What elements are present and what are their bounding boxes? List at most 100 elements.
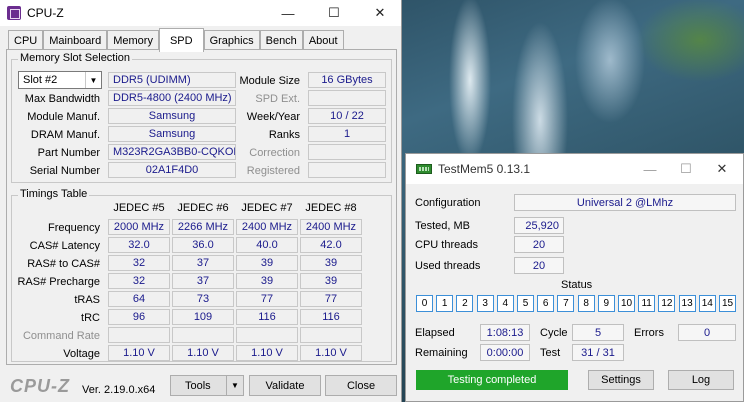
configuration-label: Configuration bbox=[415, 197, 481, 209]
tab-about[interactable]: About bbox=[302, 30, 344, 51]
tab-memory[interactable]: Memory bbox=[107, 30, 159, 51]
timing-row-label: CAS# Latency bbox=[29, 240, 100, 252]
timing-cell bbox=[108, 327, 170, 343]
timing-cell: 36.0 bbox=[172, 237, 234, 253]
status-cell: 8 bbox=[577, 295, 595, 312]
timing-cell: 32 bbox=[108, 255, 170, 271]
tested-mb-value: 25,920 bbox=[514, 217, 564, 234]
max-bandwidth-value: DDR5-4800 (2400 MHz) bbox=[108, 90, 236, 106]
tab-mainboard[interactable]: Mainboard bbox=[43, 30, 108, 51]
timing-cell: 37 bbox=[172, 255, 234, 271]
timing-row-label: Frequency bbox=[48, 222, 100, 234]
status-cell: 11 bbox=[638, 295, 656, 312]
testmem5-window: TestMem5 0.13.1 — ☐ ✕ Configuration Univ… bbox=[405, 153, 744, 402]
validate-button[interactable]: Validate bbox=[249, 375, 321, 396]
timing-row-label: tRC bbox=[81, 312, 100, 324]
memory-slot-group: Memory Slot Selection Slot #2 ▼ DDR5 (UD… bbox=[11, 52, 392, 183]
timing-cell: 1.10 V bbox=[300, 345, 362, 361]
cpuz-window: CPU-Z — ☐ ✕ CPU Mainboard Memory SPD Gra… bbox=[0, 0, 402, 402]
timing-cell bbox=[300, 327, 362, 343]
timing-cell: 39 bbox=[300, 255, 362, 271]
close-button[interactable]: Close bbox=[325, 375, 397, 396]
spd-ext-label: SPD Ext. bbox=[255, 93, 300, 105]
status-cell: 1 bbox=[436, 295, 454, 312]
timing-cell: 1.10 V bbox=[108, 345, 170, 361]
cpuz-version: Ver. 2.19.0.x64 bbox=[82, 384, 156, 396]
log-button[interactable]: Log bbox=[668, 370, 734, 390]
errors-label: Errors bbox=[634, 327, 664, 339]
cpuz-title: CPU-Z bbox=[27, 6, 64, 20]
status-cell: 6 bbox=[537, 295, 555, 312]
tools-button-label: Tools bbox=[185, 379, 211, 392]
timing-cell: 116 bbox=[300, 309, 362, 325]
progress-bar: Testing completed bbox=[416, 370, 568, 390]
timing-cell bbox=[172, 327, 234, 343]
remaining-label: Remaining bbox=[415, 347, 468, 359]
errors-value: 0 bbox=[678, 324, 736, 341]
ranks-value: 1 bbox=[308, 126, 386, 142]
cpuz-app-icon bbox=[7, 6, 21, 20]
close-window-button[interactable]: ✕ bbox=[358, 0, 402, 26]
chevron-down-icon[interactable]: ▼ bbox=[226, 376, 243, 395]
status-cell: 14 bbox=[698, 295, 716, 312]
testmem5-title: TestMem5 0.13.1 bbox=[438, 162, 531, 176]
elapsed-value: 1:08:13 bbox=[480, 324, 530, 341]
col-jedec-6: JEDEC #6 bbox=[177, 202, 229, 214]
tm5-maximize-button[interactable]: ☐ bbox=[668, 154, 704, 184]
testmem5-titlebar[interactable]: TestMem5 0.13.1 — ☐ ✕ bbox=[406, 154, 743, 184]
week-year-value: 10 / 22 bbox=[308, 108, 386, 124]
tm5-close-button[interactable]: ✕ bbox=[704, 154, 740, 184]
status-cell: 9 bbox=[597, 295, 615, 312]
max-bandwidth-label: Max Bandwidth bbox=[24, 93, 100, 105]
tab-spd[interactable]: SPD bbox=[158, 28, 204, 52]
timing-row-label: Voltage bbox=[63, 348, 100, 360]
ranks-label: Ranks bbox=[268, 129, 300, 141]
module-size-value: 16 GBytes bbox=[308, 72, 386, 88]
used-threads-label: Used threads bbox=[415, 260, 481, 272]
col-jedec-5: JEDEC #5 bbox=[113, 202, 165, 214]
tm5-minimize-button[interactable]: — bbox=[632, 154, 668, 184]
registered-label: Registered bbox=[246, 165, 300, 177]
tab-cpu[interactable]: CPU bbox=[8, 30, 44, 51]
timing-row-label: tRAS bbox=[74, 294, 100, 306]
tools-button[interactable]: Tools ▼ bbox=[170, 375, 244, 396]
configuration-value[interactable]: Universal 2 @LMhz bbox=[514, 194, 736, 211]
module-size-label: Module Size bbox=[239, 75, 300, 87]
timings-group-title: Timings Table bbox=[18, 188, 90, 200]
timing-cell: 42.0 bbox=[300, 237, 362, 253]
slot-select[interactable]: Slot #2 ▼ bbox=[18, 71, 102, 89]
spd-panel: Memory Slot Selection Slot #2 ▼ DDR5 (UD… bbox=[6, 49, 397, 365]
settings-button[interactable]: Settings bbox=[588, 370, 654, 390]
part-number-label: Part Number bbox=[37, 147, 100, 159]
status-cell: 15 bbox=[719, 295, 736, 312]
dram-manuf-value: Samsung bbox=[108, 126, 236, 142]
timing-cell: 2266 MHz bbox=[172, 219, 234, 235]
remaining-value: 0:00:00 bbox=[480, 344, 530, 361]
week-year-label: Week/Year bbox=[246, 111, 300, 123]
spd-ext-value bbox=[308, 90, 386, 106]
maximize-button[interactable]: ☐ bbox=[312, 0, 356, 26]
chevron-down-icon: ▼ bbox=[85, 72, 101, 88]
col-jedec-7: JEDEC #7 bbox=[241, 202, 293, 214]
timing-cell: 73 bbox=[172, 291, 234, 307]
cpu-threads-value: 20 bbox=[514, 236, 564, 253]
cpuz-titlebar[interactable]: CPU-Z — ☐ ✕ bbox=[0, 0, 401, 26]
memory-type-value: DDR5 (UDIMM) bbox=[108, 72, 236, 88]
timing-cell: 64 bbox=[108, 291, 170, 307]
tab-graphics[interactable]: Graphics bbox=[203, 30, 260, 51]
timing-cell: 109 bbox=[172, 309, 234, 325]
correction-value bbox=[308, 144, 386, 160]
slot-select-value: Slot #2 bbox=[23, 74, 58, 86]
minimize-button[interactable]: — bbox=[266, 0, 310, 26]
used-threads-value: 20 bbox=[514, 257, 564, 274]
status-cell: 4 bbox=[496, 295, 514, 312]
test-value: 31 / 31 bbox=[572, 344, 624, 361]
cycle-value: 5 bbox=[572, 324, 624, 341]
tab-bench[interactable]: Bench bbox=[259, 30, 303, 51]
timing-cell: 77 bbox=[236, 291, 298, 307]
timing-cell: 32 bbox=[108, 273, 170, 289]
status-cell: 5 bbox=[517, 295, 534, 312]
timings-group: Timings Table JEDEC #5 JEDEC #6 JEDEC #7… bbox=[11, 188, 392, 362]
status-cell: 12 bbox=[658, 295, 676, 312]
timing-row-label: RAS# to CAS# bbox=[27, 258, 100, 270]
